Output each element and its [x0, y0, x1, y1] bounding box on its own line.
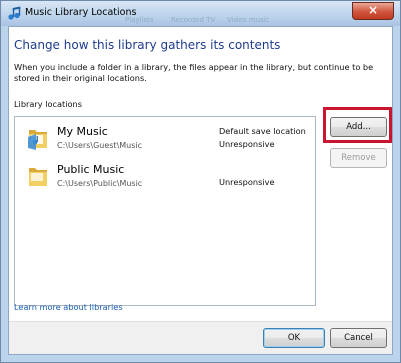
window-title: Music Library Locations [25, 7, 137, 18]
location-status: Unresponsive [219, 139, 275, 149]
learn-more-link[interactable]: Learn more about libraries [14, 302, 123, 312]
dialog-heading: Change how this library gathers its cont… [14, 38, 281, 52]
location-name: My Music [57, 125, 108, 138]
window-frame-left [0, 26, 8, 363]
ok-button[interactable]: OK [263, 328, 325, 348]
background-window-text: Playlists [125, 16, 154, 24]
location-path: C:\Users\Guest\Music [57, 141, 143, 150]
music-note-icon [8, 6, 21, 20]
library-locations-list[interactable]: My Music C:\Users\Guest\Music Default sa… [14, 116, 316, 306]
window-frame-right [393, 26, 401, 363]
location-path: C:\Users\Public\Music [57, 179, 143, 188]
music-library-locations-dialog: Music Library Locations Playlists Record… [0, 0, 401, 363]
background-window-text: Video music [227, 16, 270, 24]
window-frame-bottom [0, 355, 401, 363]
library-locations-label: Library locations [14, 99, 82, 109]
dialog-button-bar: OK Cancel [9, 321, 392, 354]
folder-icon [29, 168, 47, 186]
close-button[interactable]: × [352, 2, 394, 20]
list-item-my-music[interactable]: My Music C:\Users\Guest\Music Default sa… [15, 121, 315, 157]
add-button[interactable]: Add... [330, 117, 387, 137]
music-folder-icon [28, 130, 47, 150]
dialog-description: When you include a folder in a library, … [14, 62, 374, 83]
background-window-text: Recorded TV [171, 16, 216, 24]
list-item-public-music[interactable]: Public Music C:\Users\Public\Music Unres… [15, 159, 315, 195]
title-bar[interactable]: Music Library Locations Playlists Record… [0, 0, 401, 26]
remove-button[interactable]: Remove [330, 148, 387, 168]
location-status: Unresponsive [219, 177, 275, 187]
dialog-body: Change how this library gathers its cont… [8, 26, 393, 355]
close-icon: × [367, 3, 379, 17]
location-name: Public Music [57, 163, 125, 176]
cancel-button[interactable]: Cancel [330, 328, 387, 348]
location-default-save-status: Default save location [219, 126, 306, 136]
